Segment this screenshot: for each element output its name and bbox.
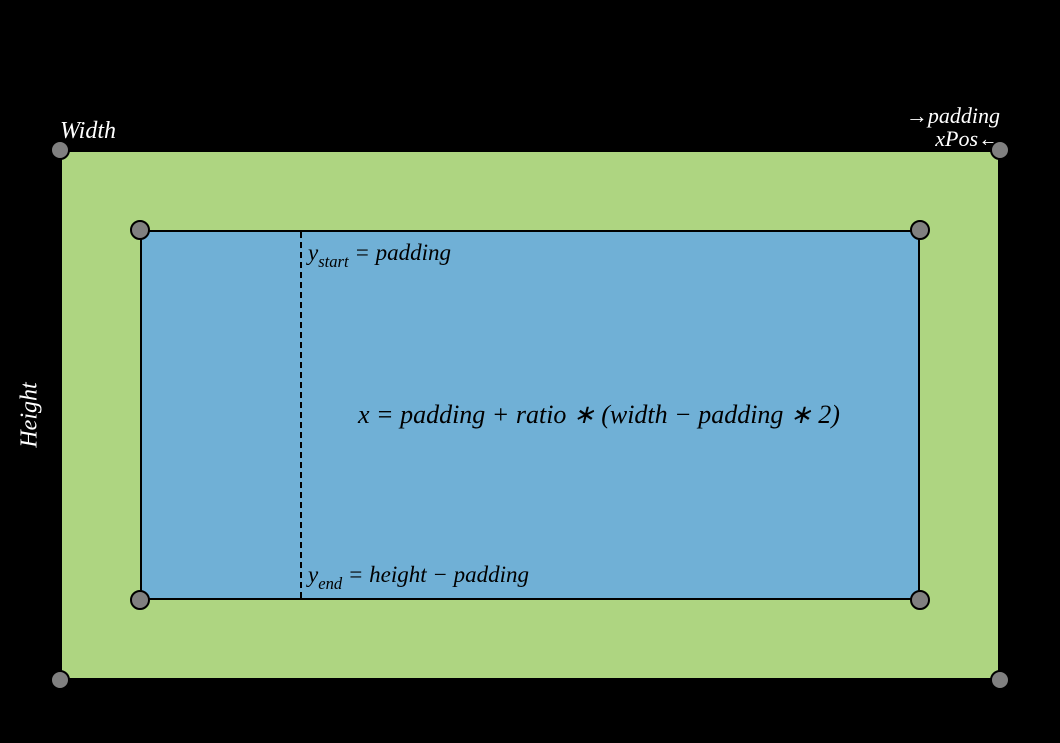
width-label: Width (60, 118, 116, 145)
inner-handle-0[interactable] (130, 220, 150, 240)
outer-handle-3[interactable] (990, 670, 1010, 690)
xpos-arrow-label: xPos← (906, 127, 1000, 150)
yend-y: y (308, 562, 318, 587)
yend-label: yend = height − padding (308, 562, 529, 593)
yend-sub: end (318, 574, 342, 593)
height-label: Height (17, 382, 44, 447)
top-right-labels: →padding xPos← (906, 104, 1000, 150)
outer-handle-0[interactable] (50, 140, 70, 160)
outer-handle-1[interactable] (990, 140, 1010, 160)
inner-handle-2[interactable] (130, 590, 150, 610)
outer-handle-2[interactable] (50, 670, 70, 690)
ystart-label: ystart = padding (308, 240, 451, 271)
inner-handle-1[interactable] (910, 220, 930, 240)
inner-handle-3[interactable] (910, 590, 930, 610)
dashed-vertical-line (300, 232, 302, 598)
ystart-y: y (308, 240, 318, 265)
ystart-sub: start (318, 252, 348, 271)
x-formula-label: x = padding + ratio ∗ (width − padding ∗… (358, 400, 840, 430)
yend-eq: = height − padding (348, 562, 529, 587)
ystart-eq: = padding (354, 240, 451, 265)
diagram-stage: Width →padding xPos← Height ystart = pad… (0, 0, 1060, 743)
padding-arrow-label: →padding (906, 104, 1000, 127)
